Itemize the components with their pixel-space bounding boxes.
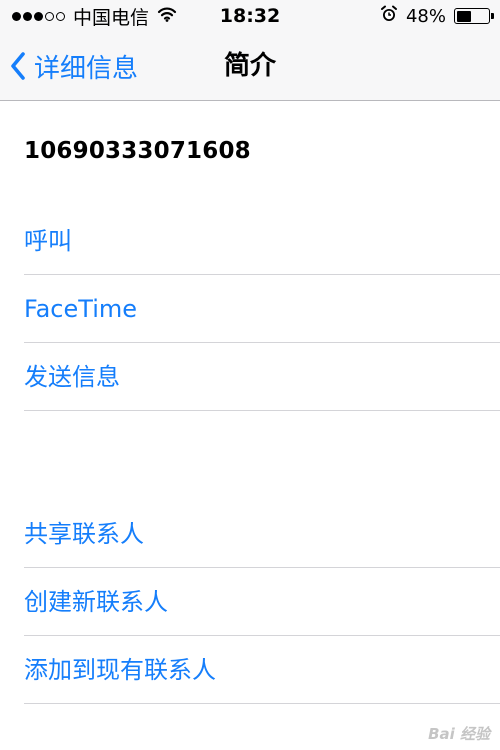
status-right: 48% [380,5,494,28]
battery-icon [454,8,494,24]
status-bar: 中国电信 18:32 48% [0,0,500,32]
create-new-contact-button[interactable]: 创建新联系人 [24,568,500,636]
phone-number: 10690333071608 [24,138,251,164]
battery-percent: 48% [405,5,446,27]
battery-level-fill [456,10,472,22]
page-title: 简介 [223,51,276,81]
call-button[interactable]: 呼叫 [24,207,500,275]
contact-actions: 共享联系人 创建新联系人 添加到现有联系人 [24,500,500,704]
facetime-button[interactable]: FaceTime [24,275,500,343]
send-message-button[interactable]: 发送信息 [24,343,500,411]
add-to-existing-contact-button[interactable]: 添加到现有联系人 [24,636,500,704]
navigation-bar: 详细信息 简介 [0,32,500,101]
watermark: Bai 经验 [428,725,490,743]
share-contact-button[interactable]: 共享联系人 [24,500,500,568]
communication-actions: 呼叫 FaceTime 发送信息 [24,207,500,411]
alarm-clock-icon [380,5,398,28]
